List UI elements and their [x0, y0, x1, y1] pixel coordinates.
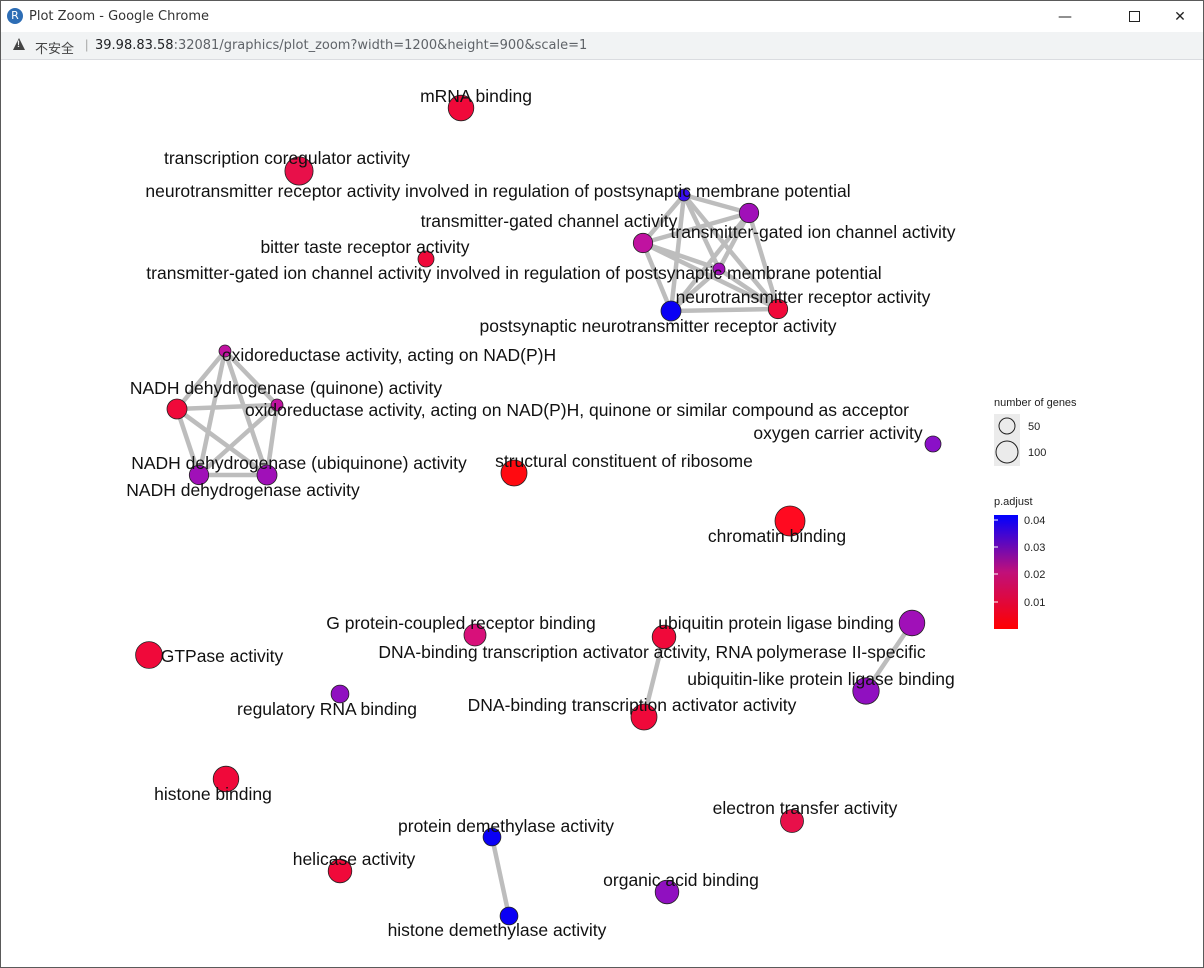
maximize-button[interactable] [1111, 1, 1157, 32]
label-layer: mRNA binding transcription coregulator ac… [126, 86, 955, 940]
node-label-scr: structural constituent of ribosome [495, 451, 753, 471]
node-label-tco: transcription coregulator activity [164, 148, 410, 168]
node-label-oxnadph: oxidoreductase activity, acting on NAD(P… [222, 345, 556, 365]
browser-window: R Plot Zoom - Google Chrome — ✕ 不安全 | 39… [0, 0, 1204, 968]
node-label-ubpl: ubiquitin protein ligase binding [658, 613, 893, 633]
network-plot: mRNA binding transcription coregulator ac… [126, 86, 1077, 940]
url-path: :32081/graphics/plot_zoom?width=1200&hei… [173, 38, 588, 53]
address-bar[interactable]: 不安全 | 39.98.83.58:32081/graphics/plot_zo… [1, 32, 1203, 60]
node-label-mrna: mRNA binding [420, 86, 532, 106]
color-legend-label-003: 0.03 [1024, 542, 1045, 554]
node-label-ntra: neurotransmitter receptor activity [676, 287, 931, 307]
node-label-dbta: DNA-binding transcription activator acti… [468, 695, 797, 715]
node-label-ntr_psm: neurotransmitter receptor activity invol… [145, 181, 850, 201]
node-label-btra: bitter taste receptor activity [260, 237, 469, 257]
close-icon: ✕ [1174, 8, 1186, 25]
node-label-dbtaps: DNA-binding transcription activator acti… [378, 642, 925, 662]
node-label-oab: organic acid binding [603, 870, 759, 890]
node-label-pdma: protein demethylase activity [398, 816, 614, 836]
size-legend-label-50: 50 [1028, 421, 1040, 433]
node-label-gpcr: G protein-coupled receptor binding [326, 613, 595, 633]
url-host: 39.98.83.58 [95, 38, 174, 53]
window-title: Plot Zoom - Google Chrome [29, 9, 210, 24]
node-label-pntra: postsynaptic neurotransmitter receptor a… [480, 316, 837, 336]
warning-icon[interactable] [13, 38, 25, 50]
color-legend-bar [994, 515, 1018, 629]
node-label-ublpl: ubiquitin-like protein ligase binding [687, 669, 955, 689]
close-button[interactable]: ✕ [1157, 1, 1203, 32]
node-label-eta: electron transfer activity [713, 798, 898, 818]
color-legend-label-004: 0.04 [1024, 515, 1045, 527]
color-legend-title: p.adjust [994, 496, 1033, 508]
security-label[interactable]: 不安全 [35, 38, 74, 57]
size-legend-title: number of genes [994, 397, 1077, 409]
node-ndq [166, 398, 188, 420]
title-bar: R Plot Zoom - Google Chrome — ✕ [1, 1, 1203, 32]
node-label-hdma: histone demethylase activity [388, 920, 607, 940]
color-legend-label-002: 0.02 [1024, 569, 1045, 581]
r-app-icon: R [7, 8, 23, 24]
node-label-rrna: regulatory RNA binding [237, 699, 417, 719]
node-label-tgca: transmitter-gated channel activity [421, 211, 678, 231]
edge-pdma-hdma [489, 834, 512, 919]
url-text[interactable]: 39.98.83.58:32081/graphics/plot_zoom?wid… [95, 38, 587, 53]
node-label-tgica_psm: transmitter-gated ion channel activity i… [146, 263, 881, 283]
maximize-icon [1128, 11, 1140, 22]
node-label-ndq: NADH dehydrogenase (quinone) activity [130, 378, 442, 398]
edge-ntra-pntra [668, 306, 781, 314]
node-label-gtp: GTPase activity [161, 646, 284, 666]
color-legend-label-001: 0.01 [1024, 597, 1045, 609]
node-oca [924, 435, 942, 453]
legend: number of genes 50 100 p.adjust 0.04 0.0… [994, 397, 1077, 629]
node-label-oxquin: oxidoreductase activity, acting on NAD(P… [245, 400, 909, 420]
size-legend-label-100: 100 [1028, 447, 1046, 459]
address-separator: | [85, 37, 89, 52]
node-label-tgica: transmitter-gated ion channel activity [671, 222, 956, 242]
node-label-hist: histone binding [154, 784, 272, 804]
node-tgca [632, 232, 654, 254]
node-label-oca: oxygen carrier activity [753, 423, 922, 443]
minimize-button[interactable]: — [1042, 1, 1088, 32]
node-ubpl [898, 609, 926, 637]
minimize-icon: — [1058, 8, 1072, 25]
node-gtp [135, 641, 163, 669]
node-label-nda: NADH dehydrogenase activity [126, 480, 360, 500]
node-tgica [738, 202, 760, 224]
node-label-ndu: NADH dehydrogenase (ubiquinone) activity [131, 453, 467, 473]
node-label-chrom: chromatin binding [708, 526, 846, 546]
node-label-heli: helicase activity [293, 849, 416, 869]
